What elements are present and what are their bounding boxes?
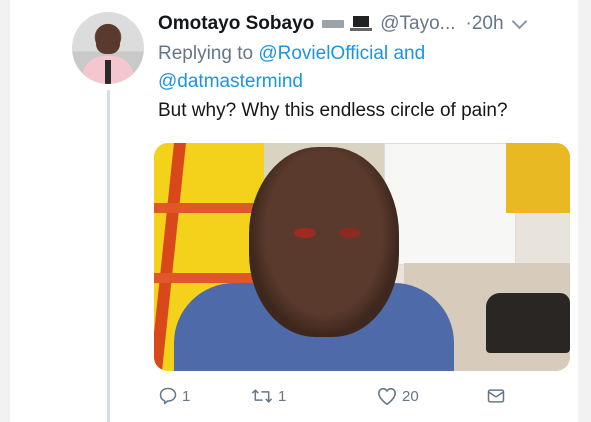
avatar-head xyxy=(96,24,120,54)
flag-emoji-icon xyxy=(322,20,345,28)
direct-message-button[interactable] xyxy=(486,386,506,406)
mention-link[interactable]: @RovielOfficial xyxy=(258,43,388,64)
reply-count: 1 xyxy=(182,387,191,405)
reply-icon xyxy=(158,386,178,406)
tweet-actions: 1 1 20 xyxy=(158,386,568,410)
chevron-down-icon[interactable] xyxy=(511,13,527,29)
retweet-button[interactable]: 1 xyxy=(250,386,286,406)
retweet-count: 1 xyxy=(278,387,287,405)
message-icon xyxy=(486,386,506,406)
mention-link[interactable]: @datmastermind xyxy=(158,71,303,92)
replying-to-label: Replying to xyxy=(158,43,254,64)
tweet-header: Omotayo Sobayo @Tayo... ·20h xyxy=(158,12,527,36)
author-handle[interactable]: @Tayo... xyxy=(380,13,455,35)
heart-icon xyxy=(376,386,398,406)
replying-to: Replying to @RovielOfficial and @datmast… xyxy=(158,40,568,96)
author-name[interactable]: Omotayo Sobayo xyxy=(158,13,314,35)
laptop-emoji-icon xyxy=(350,16,373,32)
mention-and: and xyxy=(393,43,426,64)
like-button[interactable]: 20 xyxy=(376,386,419,406)
like-count: 20 xyxy=(402,387,419,405)
tweet-photo[interactable] xyxy=(154,143,570,371)
reply-button[interactable]: 1 xyxy=(158,386,190,406)
tweet-timestamp[interactable]: ·20h xyxy=(466,13,504,35)
tweet-card: Omotayo Sobayo @Tayo... ·20h Replying to… xyxy=(10,0,578,422)
thread-line xyxy=(107,90,110,422)
retweet-icon xyxy=(250,386,274,406)
avatar[interactable] xyxy=(72,12,144,84)
tweet-text: But why? Why this endless circle of pain… xyxy=(158,100,508,121)
avatar-tie xyxy=(105,60,111,84)
